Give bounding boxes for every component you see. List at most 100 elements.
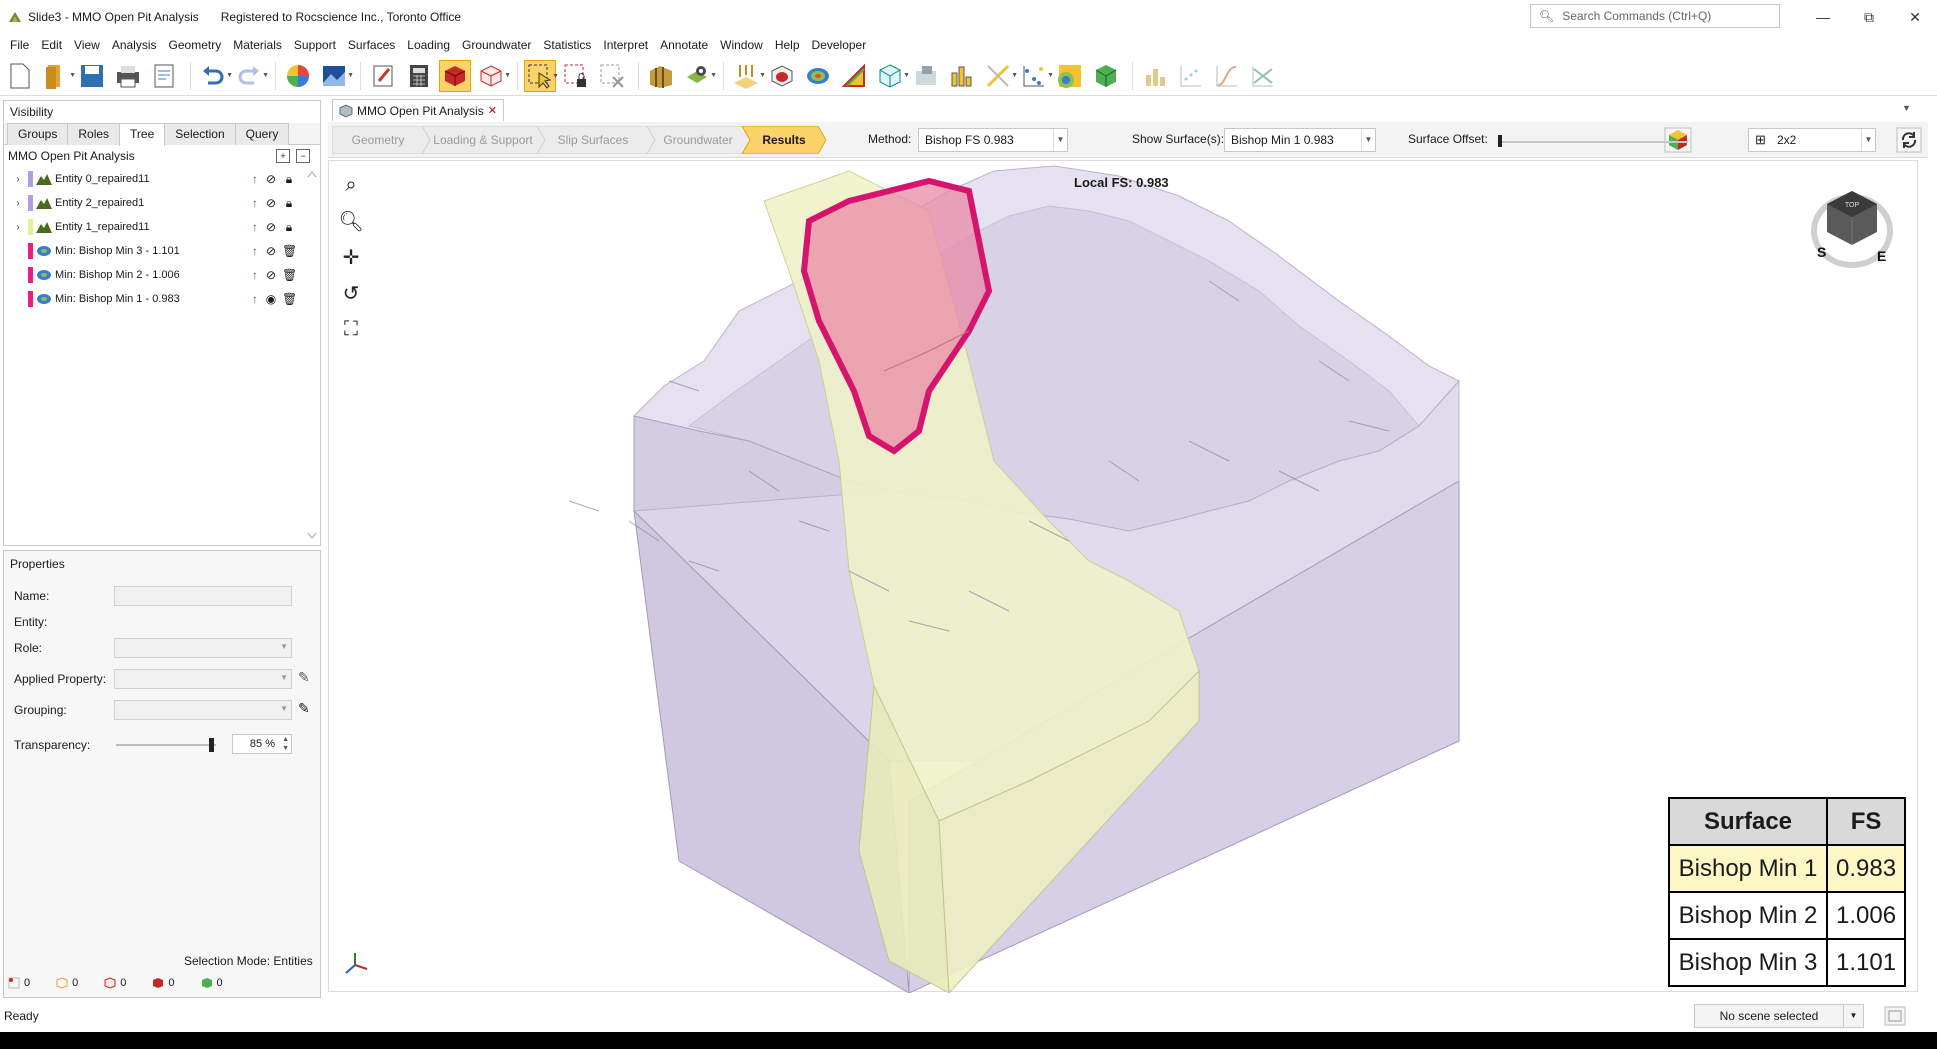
- save-button[interactable]: [76, 60, 108, 92]
- pin-icon[interactable]: ↑: [248, 243, 262, 259]
- select-button[interactable]: ▼: [524, 59, 559, 92]
- expand-all-icon[interactable]: +: [276, 149, 290, 163]
- pin-icon[interactable]: ↑: [248, 219, 262, 235]
- sensitivity-plot-button[interactable]: [1247, 60, 1279, 92]
- spinner-arrows-icon[interactable]: ▲ ▼: [282, 735, 289, 753]
- menu-file[interactable]: File: [4, 34, 35, 56]
- contours-button[interactable]: [1054, 60, 1086, 92]
- surface-contours-button[interactable]: [802, 60, 834, 92]
- document-tab[interactable]: MMO Open Pit Analysis ✕: [332, 99, 504, 121]
- tree-item-bishop-min-3[interactable]: Min: Bishop Min 3 - 1.101 ↑ ⊘ 🗑︎: [4, 239, 320, 263]
- tab-tree[interactable]: Tree: [119, 123, 166, 146]
- menu-window[interactable]: Window: [714, 34, 769, 56]
- refresh-button[interactable]: [1896, 127, 1922, 153]
- surface-offset-thumb[interactable]: [1498, 135, 1502, 147]
- hidden-eye-icon[interactable]: ⊘: [264, 219, 278, 235]
- data-points-button[interactable]: ▼: [1018, 60, 1054, 92]
- method-select[interactable]: Bishop FS 0.983 ▼: [918, 128, 1068, 152]
- print-button[interactable]: [112, 60, 144, 92]
- step-geometry[interactable]: Geometry: [338, 126, 418, 154]
- delete-icon[interactable]: 🗑︎: [282, 243, 297, 259]
- applied-property-select[interactable]: ▼: [114, 669, 292, 689]
- lock-icon[interactable]: 🔒︎: [282, 171, 296, 187]
- clear-selection-button[interactable]: [596, 60, 628, 92]
- grouping-select[interactable]: ▼: [114, 700, 292, 720]
- delete-icon[interactable]: 🗑︎: [282, 291, 297, 307]
- bishop-method-button[interactable]: [838, 60, 870, 92]
- step-slip-surfaces[interactable]: Slip Surfaces: [543, 126, 643, 154]
- step-groundwater[interactable]: Groundwater: [653, 126, 743, 154]
- surface-color-button[interactable]: [1664, 127, 1692, 153]
- pin-icon[interactable]: ↑: [248, 267, 262, 283]
- calculator-button[interactable]: [403, 60, 435, 92]
- expand-chevron-icon[interactable]: ›: [12, 174, 24, 185]
- step-results[interactable]: Results: [748, 126, 820, 154]
- menu-interpret[interactable]: Interpret: [597, 34, 654, 56]
- menu-groundwater[interactable]: Groundwater: [456, 34, 537, 56]
- project-settings-button[interactable]: ▼: [681, 60, 717, 92]
- tab-groups[interactable]: Groups: [7, 123, 69, 145]
- open-file-button[interactable]: ▼: [40, 60, 76, 92]
- menu-edit[interactable]: Edit: [35, 34, 68, 56]
- tab-roles[interactable]: Roles: [67, 123, 121, 145]
- menu-analysis[interactable]: Analysis: [106, 34, 163, 56]
- pin-icon[interactable]: ↑: [248, 171, 262, 187]
- hidden-eye-icon[interactable]: ⊘: [264, 267, 278, 283]
- zoom-icon[interactable]: 🔍︎: [338, 209, 363, 233]
- menu-annotate[interactable]: Annotate: [654, 34, 714, 56]
- collapse-all-icon[interactable]: −: [296, 149, 310, 163]
- materials-button[interactable]: [1090, 60, 1122, 92]
- hidden-eye-icon[interactable]: ⊘: [264, 243, 278, 259]
- pan-icon[interactable]: ✛: [339, 245, 363, 269]
- cumulative-plot-button[interactable]: [1211, 60, 1243, 92]
- lock-selection-button[interactable]: [560, 60, 592, 92]
- scene-settings-icon[interactable]: [1884, 1006, 1906, 1026]
- search-commands-input[interactable]: 🔍︎ Search Commands (Ctrl+Q): [1530, 4, 1780, 28]
- tree-item-bishop-min-2[interactable]: Min: Bishop Min 2 - 1.006 ↑ ⊘ 🗑︎: [4, 263, 320, 287]
- delete-icon[interactable]: 🗑︎: [282, 267, 297, 283]
- view-cube-button[interactable]: ▼: [874, 60, 910, 92]
- new-file-button[interactable]: [4, 60, 36, 92]
- minimize-button[interactable]: —: [1800, 0, 1846, 34]
- menu-surfaces[interactable]: Surfaces: [342, 34, 401, 56]
- surface-offset-track[interactable]: [1498, 141, 1688, 143]
- slip-surface-button[interactable]: [766, 60, 798, 92]
- scene-select[interactable]: No scene selected ▼: [1694, 1004, 1864, 1028]
- restore-button[interactable]: ⧉: [1846, 0, 1892, 34]
- close-window-button[interactable]: ✕: [1892, 0, 1937, 34]
- menu-help[interactable]: Help: [769, 34, 806, 56]
- tree-item-bishop-min-1[interactable]: Min: Bishop Min 1 - 0.983 ↑ ◉ 🗑︎: [4, 287, 320, 311]
- tab-query[interactable]: Query: [234, 123, 290, 145]
- solid-view-button[interactable]: [439, 59, 471, 92]
- layout-select[interactable]: ⊞ 2x2 ▼: [1748, 128, 1876, 152]
- edit-pencil-icon[interactable]: ✎: [298, 700, 310, 717]
- chart-tool-button[interactable]: [946, 60, 978, 92]
- visible-eye-icon[interactable]: ◉: [264, 291, 278, 307]
- transparency-slider-thumb[interactable]: [209, 738, 214, 752]
- expand-chevron-icon[interactable]: ›: [12, 198, 24, 209]
- menu-loading[interactable]: Loading: [401, 34, 456, 56]
- rotate-icon[interactable]: ↺: [339, 281, 363, 305]
- menu-developer[interactable]: Developer: [806, 34, 873, 56]
- lock-icon[interactable]: 🔒︎: [282, 195, 296, 211]
- tab-list-chevron-icon[interactable]: ▼: [1902, 103, 1911, 113]
- view-cube-navigator[interactable]: TOP S E: [1811, 187, 1893, 269]
- edit-properties-button[interactable]: [367, 60, 399, 92]
- edit-pencil-icon[interactable]: ✎: [298, 669, 310, 686]
- pin-icon[interactable]: ↑: [248, 291, 262, 307]
- histogram-button[interactable]: [1139, 60, 1171, 92]
- role-select[interactable]: ▼: [114, 638, 292, 658]
- transparency-slider-track[interactable]: [116, 744, 216, 746]
- color-palette-button[interactable]: [282, 60, 314, 92]
- wireframe-view-button[interactable]: ▼: [475, 60, 511, 92]
- redo-button[interactable]: ▼: [233, 60, 269, 92]
- hidden-eye-icon[interactable]: ⊘: [264, 171, 278, 187]
- background-image-button[interactable]: ▼: [318, 60, 354, 92]
- undo-button[interactable]: ▼: [197, 60, 233, 92]
- menu-geometry[interactable]: Geometry: [163, 34, 228, 56]
- report-button[interactable]: [148, 60, 180, 92]
- export-button[interactable]: [910, 60, 942, 92]
- menu-materials[interactable]: Materials: [227, 34, 288, 56]
- zoom-window-icon[interactable]: ⌕: [339, 173, 363, 197]
- show-surfaces-select[interactable]: Bishop Min 1 0.983 ▼: [1224, 128, 1376, 152]
